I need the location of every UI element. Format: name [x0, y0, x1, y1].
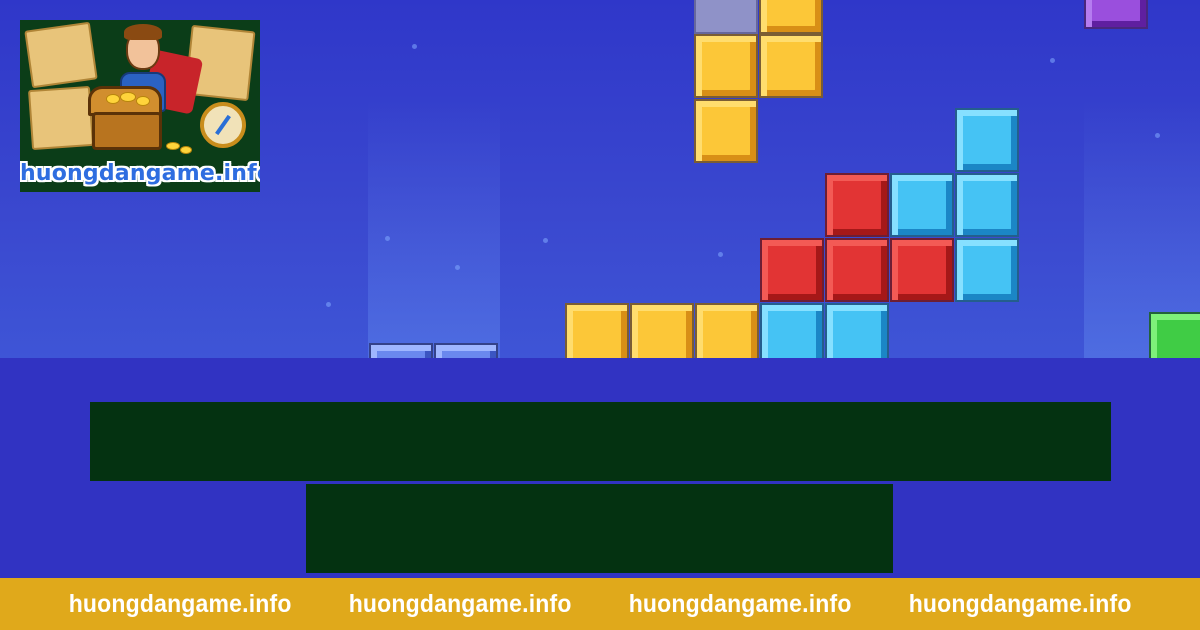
cyan-block	[760, 303, 824, 358]
hero-hair-icon	[124, 24, 162, 40]
cyan-block	[955, 238, 1019, 302]
title-banner-line-1	[90, 402, 1111, 481]
sparkle	[326, 302, 331, 307]
yellow-block	[565, 303, 629, 358]
sparkle	[385, 236, 390, 241]
red-block	[890, 238, 954, 302]
purple-block	[1084, 0, 1148, 29]
yellow-block	[759, 34, 823, 98]
sparkle	[1155, 133, 1160, 138]
sparkle	[543, 238, 548, 243]
green-block	[1149, 312, 1200, 358]
blue-block	[434, 343, 498, 358]
title-banner-line-2	[306, 484, 893, 573]
treasure-map-icon	[27, 85, 95, 151]
sparkle	[1050, 58, 1055, 63]
footer-watermark-text: huongdangame.info	[628, 589, 852, 618]
ghost-block	[694, 0, 758, 34]
cyan-block	[890, 173, 954, 237]
logo-text: huongdangame.info	[20, 161, 260, 186]
sparkle	[412, 44, 417, 49]
yellow-block	[694, 99, 758, 163]
red-block	[825, 173, 889, 237]
footer-watermark-text: huongdangame.info	[348, 589, 572, 618]
compass-needle-icon	[215, 114, 231, 136]
gold-coin-icon	[166, 142, 180, 150]
yellow-block	[759, 0, 823, 34]
gold-coin-icon	[106, 94, 120, 104]
yellow-block	[630, 303, 694, 358]
footer-watermark-text: huongdangame.info	[68, 589, 292, 618]
blue-block	[369, 343, 433, 358]
footer-watermark-text: huongdangame.info	[908, 589, 1132, 618]
sparkle	[718, 252, 723, 257]
yellow-block	[694, 34, 758, 98]
treasure-chest-icon	[92, 112, 162, 150]
site-logo[interactable]: huongdangame.info	[20, 20, 260, 192]
gold-coin-icon	[120, 92, 136, 102]
column-glow	[368, 100, 500, 358]
cyan-block	[825, 303, 889, 358]
red-block	[760, 238, 824, 302]
sparkle	[455, 265, 460, 270]
red-block	[825, 238, 889, 302]
cyan-block	[955, 173, 1019, 237]
treasure-map-icon	[24, 21, 98, 89]
gold-coin-icon	[180, 146, 192, 154]
gold-coin-icon	[136, 96, 150, 106]
yellow-block	[695, 303, 759, 358]
compass-icon	[200, 102, 246, 148]
footer-watermark-bar: huongdangame.info huongdangame.info huon…	[0, 578, 1200, 630]
cyan-block	[955, 108, 1019, 172]
